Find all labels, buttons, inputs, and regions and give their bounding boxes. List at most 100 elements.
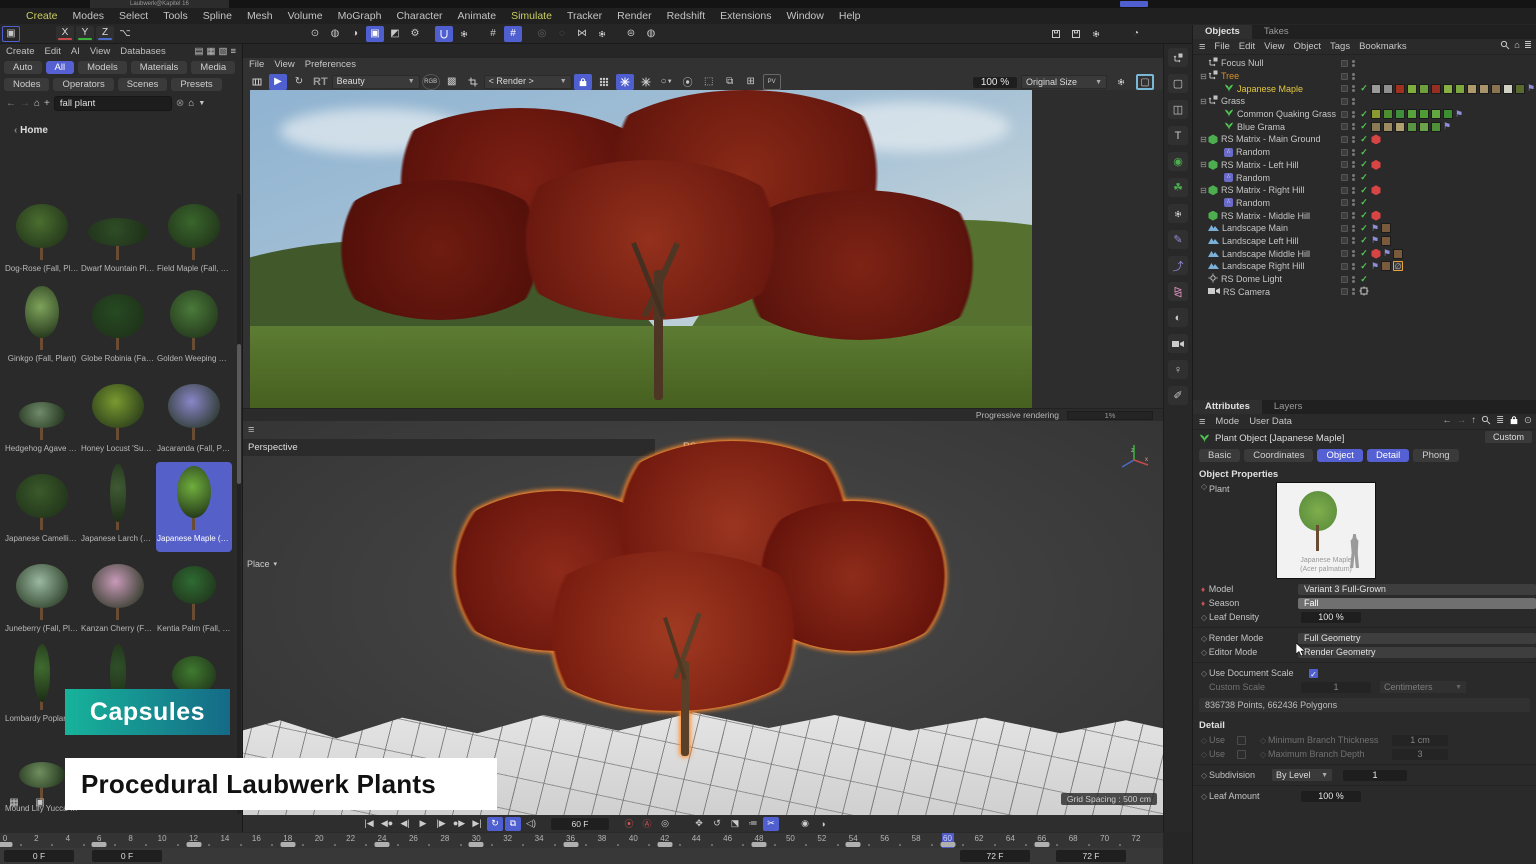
render-view-button[interactable]: [1047, 26, 1065, 42]
layer-chip[interactable]: [1341, 288, 1348, 295]
plant-item-15[interactable]: Kentia Palm (Fall, Plant): [156, 552, 232, 642]
om-burger-icon[interactable]: ≡: [1199, 41, 1205, 53]
axis-lock-x[interactable]: X: [56, 26, 74, 41]
range-start2-field[interactable]: 0 F: [92, 850, 162, 862]
menu-tracker[interactable]: Tracker: [567, 10, 602, 22]
enabled-check[interactable]: ✓: [1359, 185, 1369, 196]
object-row-rs-matrix-left-hill[interactable]: ⊟RS Matrix - Left Hill✓: [1193, 159, 1536, 172]
material-swatch[interactable]: [1393, 249, 1403, 259]
om-menu-view[interactable]: View: [1264, 41, 1284, 52]
layer-chip[interactable]: [1341, 123, 1348, 130]
use-max-checkbox[interactable]: [1237, 750, 1246, 759]
plant-item-10[interactable]: Japanese Camellia (Fal...: [4, 462, 80, 552]
place-tool-label[interactable]: Place▾: [247, 559, 277, 569]
pen-purple-icon[interactable]: ✎: [1168, 230, 1188, 249]
generator-gear-icon[interactable]: [1168, 204, 1188, 223]
render-menu-file[interactable]: File: [249, 59, 264, 70]
visibility-dots[interactable]: [1352, 199, 1355, 206]
asset-menu-edit[interactable]: Edit: [45, 46, 61, 57]
object-row-rs-matrix-right-hill[interactable]: ⊟RS Matrix - Right Hill✓: [1193, 184, 1536, 197]
attr-search-icon[interactable]: [1481, 415, 1491, 428]
enabled-check[interactable]: ✓: [1359, 147, 1369, 158]
material-swatch[interactable]: [1515, 84, 1525, 94]
symmetry-pink-icon[interactable]: ⧎: [1168, 282, 1188, 301]
layer-chip[interactable]: [1341, 98, 1348, 105]
region-icon[interactable]: ⬚: [700, 74, 718, 90]
layout-switcher[interactable]: [1120, 1, 1148, 7]
tab-takes[interactable]: Takes: [1252, 25, 1301, 39]
layer-chip[interactable]: [1341, 237, 1348, 244]
object-row-rs-dome-light[interactable]: RS Dome Light✓: [1193, 273, 1536, 286]
spline-icon[interactable]: ▢: [1168, 74, 1188, 93]
filter-tab-operators[interactable]: Operators: [53, 78, 113, 91]
compare-icon[interactable]: ⧉: [721, 74, 739, 90]
attr-menu-mode[interactable]: Mode: [1215, 416, 1239, 427]
custom-button[interactable]: Custom: [1485, 431, 1532, 443]
thumb-small-icon[interactable]: ▦: [5, 794, 23, 810]
expand-toggle[interactable]: ⊟: [1199, 135, 1208, 144]
hierarchy-gear-icon[interactable]: ⚙: [406, 26, 424, 42]
visibility-dots[interactable]: [1352, 123, 1355, 130]
layer-chip[interactable]: [1341, 73, 1348, 80]
disabled-tag-icon[interactable]: ∅: [1393, 261, 1403, 271]
layer-chip[interactable]: [1341, 149, 1348, 156]
redshift-tag-icon[interactable]: [1371, 249, 1381, 259]
axis-lock-z[interactable]: Z: [96, 26, 114, 41]
filter-tab-materials[interactable]: Materials: [131, 61, 188, 74]
mode-icon[interactable]: ▣: [2, 26, 20, 42]
menu-select[interactable]: Select: [119, 10, 148, 22]
material-swatch[interactable]: [1381, 223, 1391, 233]
loop-mode-button[interactable]: ↻: [487, 817, 503, 831]
frame-border-icon[interactable]: ▢: [1136, 74, 1154, 90]
attr-tab-detail[interactable]: Detail: [1367, 449, 1409, 462]
material-swatch[interactable]: [1431, 109, 1441, 119]
sphere-a-icon[interactable]: ◍: [642, 26, 660, 42]
forward-icon[interactable]: →: [20, 98, 30, 109]
expand-toggle[interactable]: ⊟: [1199, 97, 1208, 106]
enabled-check[interactable]: ✓: [1359, 197, 1369, 208]
plant-item-12[interactable]: Japanese Maple (Fall, ...: [156, 462, 232, 552]
cube-icon[interactable]: ▣: [366, 26, 384, 42]
leaf-amount-field[interactable]: 100 %: [1301, 791, 1361, 802]
menu-simulate[interactable]: Simulate: [511, 10, 552, 22]
plant-item-14[interactable]: Kanzan Cherry (Fall, Pl...: [80, 552, 156, 642]
thumb-large-icon[interactable]: ▣: [31, 794, 49, 810]
object-row-rs-matrix-middle-hill[interactable]: RS Matrix - Middle Hill✓: [1193, 209, 1536, 222]
zoom-value[interactable]: 100 %: [973, 77, 1017, 88]
visibility-dots[interactable]: [1352, 60, 1355, 67]
autokey-button[interactable]: Ⓐ: [639, 817, 655, 831]
key-scale-button[interactable]: ⬔: [727, 817, 743, 831]
material-swatch[interactable]: [1431, 84, 1441, 94]
filter-tab-presets[interactable]: Presets: [171, 78, 221, 91]
redshift-tag-icon[interactable]: [1371, 185, 1381, 195]
next-key-button[interactable]: ●▶: [451, 817, 467, 831]
refresh-icon[interactable]: ↻: [290, 74, 308, 90]
visibility-dots[interactable]: [1352, 161, 1355, 168]
max-branch-field[interactable]: 3: [1392, 749, 1448, 760]
object-row-rs-matrix-main-ground[interactable]: ⊟RS Matrix - Main Ground✓: [1193, 133, 1536, 146]
visibility-dots[interactable]: [1352, 263, 1355, 270]
material-swatch[interactable]: [1419, 84, 1429, 94]
object-row-tree[interactable]: ⊟Tree: [1193, 70, 1536, 83]
layer-chip[interactable]: [1341, 111, 1348, 118]
attr-forward-icon[interactable]: →: [1457, 415, 1467, 428]
snapshot2-icon[interactable]: [637, 74, 655, 90]
asset-menu-ai[interactable]: AI: [71, 46, 80, 57]
gear-icon[interactable]: [1112, 74, 1130, 90]
attr-tab-basic[interactable]: Basic: [1199, 449, 1240, 462]
prev-key-button[interactable]: ◀●: [379, 817, 395, 831]
axis-tool-icon[interactable]: ⌥: [116, 26, 134, 42]
dither-icon[interactable]: ▩: [443, 74, 461, 90]
menu-spline[interactable]: Spline: [203, 10, 232, 22]
rotate-dim-icon[interactable]: ◎: [533, 26, 551, 42]
menu-mograph[interactable]: MoGraph: [338, 10, 382, 22]
object-row-landscape-main[interactable]: Landscape Main✓⚑: [1193, 222, 1536, 235]
model-dropdown[interactable]: Variant 3 Full-Grown: [1298, 584, 1536, 595]
timeline-ruler[interactable]: 0246810121416182022242628303234363840424…: [0, 832, 1163, 848]
menu-create[interactable]: Create: [26, 10, 58, 22]
range-start-field[interactable]: 0 F: [4, 850, 74, 862]
object-row-blue-grama[interactable]: Blue Grama✓⚑: [1193, 120, 1536, 133]
attr-tab-object[interactable]: Object: [1317, 449, 1362, 462]
plant-item-1[interactable]: Dog-Rose (Fall, Plant): [4, 192, 80, 282]
render-slot-dropdown[interactable]: < Render >▼: [484, 75, 572, 89]
